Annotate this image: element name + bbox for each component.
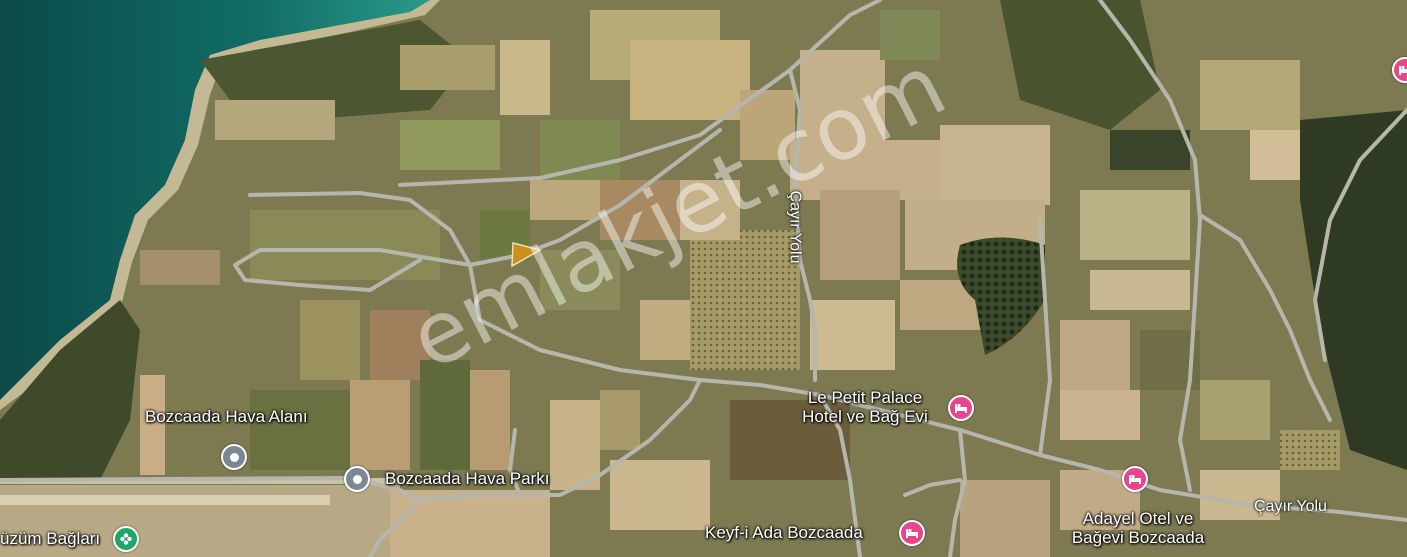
place-label-line: Le Petit Palace [807,388,923,407]
place-label-line: Hotel ve Bağ Evi [802,406,928,426]
road-label-cayir-yolu-vertical: Çayır Yolu [786,190,804,264]
flower-icon[interactable] [113,526,139,552]
place-label-line: Adayel Otel ve [1082,509,1194,528]
place-label-line: Bağevi Bozcaada [1071,527,1205,547]
place-label: Adayel Otel ve Bağevi Bozcaada [1063,509,1213,547]
hotel-bed-icon[interactable] [1122,466,1148,492]
location-pin-icon[interactable] [344,466,370,492]
place-label: Le Petit Palace Hotel ve Bağ Evi [792,388,938,426]
road-label-cayir-yolu-horizontal: Çayır Yolu [1254,498,1327,515]
place-label: Keyf-i Ada Bozcaada [705,523,863,542]
satellite-map[interactable] [0,0,1407,557]
place-label: üzüm Bağları [0,529,101,548]
place-label: Bozcaada Hava Parkı [385,469,550,488]
hotel-bed-icon[interactable] [899,520,925,546]
place-label: Bozcaada Hava Alanı [145,407,308,426]
location-pin-icon[interactable] [221,444,247,470]
hotel-bed-icon[interactable] [948,395,974,421]
